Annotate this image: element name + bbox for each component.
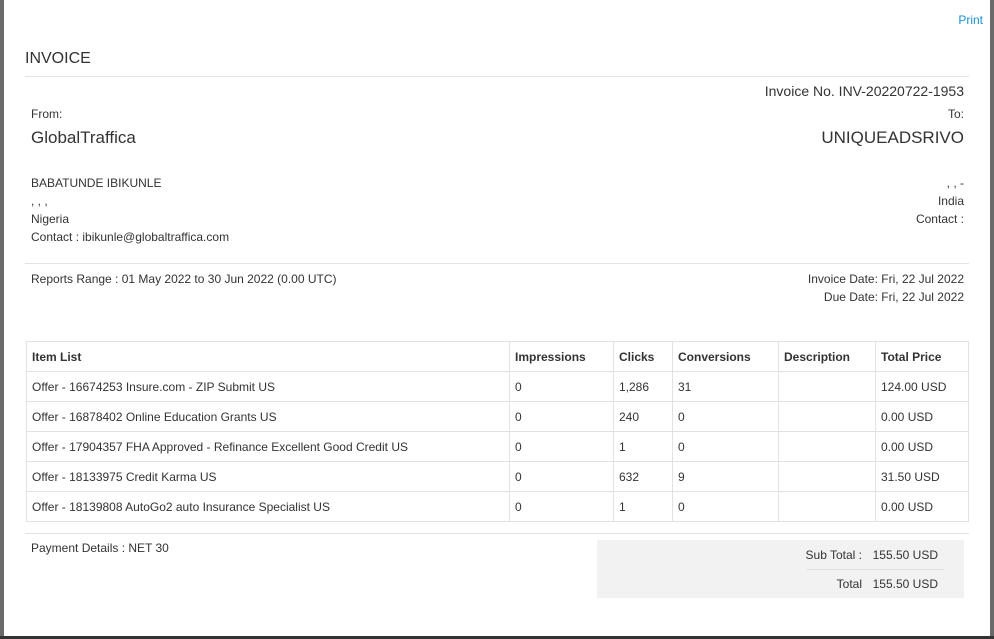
table-row: Offer - 16878402 Online Education Grants… — [26, 401, 969, 432]
cell-item: Offer - 17904357 FHA Approved - Refinanc… — [26, 431, 510, 462]
table-row: Offer - 18139808 AutoGo2 auto Insurance … — [26, 491, 969, 522]
print-link[interactable]: Print — [958, 13, 983, 27]
cell-impressions: 0 — [509, 461, 614, 492]
invoice-modal: Print INVOICE Invoice No. INV-20220722-1… — [4, 0, 990, 636]
to-address: , , - — [946, 176, 964, 190]
invoice-date: Invoice Date: Fri, 22 Jul 2022 — [807, 272, 964, 286]
totals-box: Sub Total : 155.50 USD Total 155.50 USD — [597, 540, 964, 598]
col-conversions: Conversions — [672, 341, 779, 372]
to-contact: Contact : — [915, 212, 964, 226]
subtotal-value: 155.50 USD — [872, 548, 938, 562]
cell-clicks: 1 — [613, 431, 673, 462]
cell-description — [778, 461, 876, 492]
cell-conversions: 31 — [672, 371, 779, 402]
cell-clicks: 1,286 — [613, 371, 673, 402]
to-label: To: — [947, 107, 964, 121]
cell-clicks: 240 — [613, 401, 673, 432]
total-label: Total — [836, 577, 862, 591]
divider — [25, 533, 969, 534]
col-impressions: Impressions — [509, 341, 614, 372]
invoice-number: Invoice No. INV-20220722-1953 — [764, 83, 964, 99]
cell-conversions: 9 — [672, 461, 779, 492]
cell-item: Offer - 18133975 Credit Karma US — [26, 461, 510, 492]
table-header-row: Item List Impressions Clicks Conversions… — [26, 341, 969, 372]
to-company: UNIQUEADSRIVO — [821, 128, 964, 147]
col-total-price: Total Price — [875, 341, 969, 372]
subtotal-label: Sub Total : — [805, 548, 862, 562]
cell-clicks: 1 — [613, 491, 673, 522]
cell-total-price: 0.00 USD — [875, 401, 969, 432]
table-row: Offer - 18133975 Credit Karma US 0 632 9… — [26, 461, 969, 492]
cell-item: Offer - 18139808 AutoGo2 auto Insurance … — [26, 491, 510, 522]
invoice-title: INVOICE — [25, 50, 91, 67]
divider — [25, 263, 969, 264]
cell-total-price: 31.50 USD — [875, 461, 969, 492]
col-description: Description — [778, 341, 876, 372]
reports-range: Reports Range : 01 May 2022 to 30 Jun 20… — [31, 272, 337, 286]
from-company: GlobalTraffica — [31, 128, 136, 147]
cell-impressions: 0 — [509, 371, 614, 402]
to-country: India — [937, 194, 964, 208]
cell-conversions: 0 — [672, 431, 779, 462]
cell-item: Offer - 16674253 Insure.com - ZIP Submit… — [26, 371, 510, 402]
cell-impressions: 0 — [509, 431, 614, 462]
from-name: BABATUNDE IBIKUNLE — [31, 176, 162, 190]
cell-impressions: 0 — [509, 491, 614, 522]
cell-conversions: 0 — [672, 491, 779, 522]
cell-description — [778, 491, 876, 522]
from-country: Nigeria — [31, 212, 70, 226]
divider — [25, 76, 969, 77]
from-contact: Contact : ibikunle@globaltraffica.com — [31, 230, 230, 244]
from-address: , , , — [31, 194, 48, 208]
backdrop-right — [990, 0, 994, 636]
cell-description — [778, 401, 876, 432]
due-date: Due Date: Fri, 22 Jul 2022 — [823, 290, 964, 304]
cell-description — [778, 371, 876, 402]
cell-description — [778, 431, 876, 462]
cell-total-price: 124.00 USD — [875, 371, 969, 402]
payment-details: Payment Details : NET 30 — [31, 541, 169, 555]
total-value: 155.50 USD — [872, 577, 938, 591]
items-table: Item List Impressions Clicks Conversions… — [26, 341, 969, 522]
col-clicks: Clicks — [613, 341, 673, 372]
cell-conversions: 0 — [672, 401, 779, 432]
totals-divider — [807, 569, 944, 570]
cell-impressions: 0 — [509, 401, 614, 432]
from-label: From: — [31, 107, 63, 121]
cell-total-price: 0.00 USD — [875, 491, 969, 522]
col-item-list: Item List — [26, 341, 510, 372]
cell-clicks: 632 — [613, 461, 673, 492]
cell-total-price: 0.00 USD — [875, 431, 969, 462]
cell-item: Offer - 16878402 Online Education Grants… — [26, 401, 510, 432]
table-row: Offer - 16674253 Insure.com - ZIP Submit… — [26, 371, 969, 402]
table-row: Offer - 17904357 FHA Approved - Refinanc… — [26, 431, 969, 462]
